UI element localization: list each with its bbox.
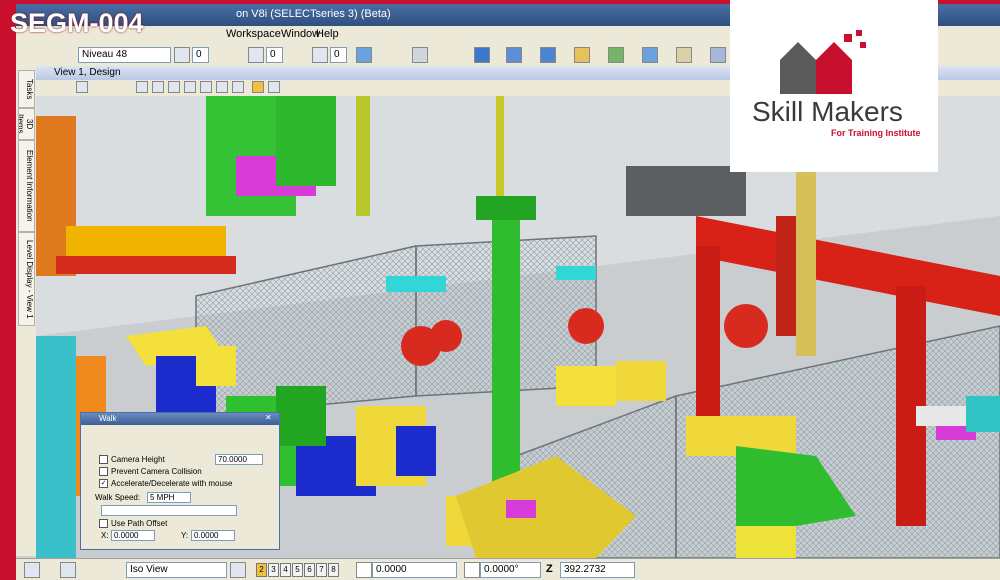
navigate-forward-icon[interactable] [60, 562, 76, 578]
menu-workspace[interactable]: Workspace [226, 28, 281, 40]
camera-height-label: Camera Height [111, 455, 165, 464]
light-icon[interactable] [506, 47, 522, 63]
view-button-3[interactable]: 3 [268, 563, 279, 577]
walk-icon[interactable] [642, 47, 658, 63]
z-label: Z [546, 563, 553, 575]
logo-mark-icon [780, 30, 866, 94]
view-groups-icon[interactable] [230, 562, 246, 578]
view-mode-combo[interactable]: Iso View [126, 562, 227, 578]
pan-view-icon[interactable] [216, 81, 228, 93]
material-icon[interactable] [540, 47, 556, 63]
logo-tagline: For Training Institute [831, 128, 921, 138]
prevent-collision-label: Prevent Camera Collision [111, 467, 202, 476]
tab-tasks[interactable]: Tasks [18, 70, 35, 108]
view-button-8[interactable]: 8 [328, 563, 339, 577]
view-button-4[interactable]: 4 [280, 563, 291, 577]
line-weight-icon[interactable] [312, 47, 328, 63]
view-title: View 1, Design [54, 67, 121, 78]
tab-element-information[interactable]: Element Information [18, 140, 35, 232]
camera-height-input[interactable]: 70.0000 [215, 454, 263, 465]
camera-height-checkbox[interactable] [99, 455, 108, 464]
color-combo[interactable]: 0 [192, 47, 209, 63]
zoom-out-icon[interactable] [152, 81, 164, 93]
fit-view-icon[interactable] [184, 81, 196, 93]
view-display-icon[interactable] [252, 81, 264, 93]
use-path-offset-label: Use Path Offset [111, 519, 168, 528]
level-combo[interactable]: Niveau 48 [78, 47, 171, 63]
camera-icon[interactable] [574, 47, 590, 63]
settings-icon[interactable] [710, 47, 726, 63]
solid-icon[interactable] [412, 47, 428, 63]
status-bar: Iso View 2 3 4 5 6 7 8 0.0000 0.0000° Z … [16, 558, 1000, 580]
accelerate-checkbox[interactable]: ✓ [99, 479, 108, 488]
walk-view-icon[interactable] [232, 81, 244, 93]
view-button-2[interactable]: 2 [256, 563, 267, 577]
walk-dialog: Walk ✕ Camera Height 70.0000 Prevent Cam… [80, 412, 280, 550]
walk-dialog-title: Walk [99, 414, 117, 423]
line-style-combo[interactable]: 0 [266, 47, 283, 63]
offset-y-input[interactable]: 0.0000 [191, 530, 235, 541]
cube-icon[interactable] [356, 47, 372, 63]
tab-level-display[interactable]: Level Display - View 1 [18, 232, 35, 326]
pointer-icon[interactable] [76, 81, 88, 93]
menu-help[interactable]: Help [316, 28, 339, 40]
offset-x-label: X: [101, 531, 109, 540]
prevent-collision-checkbox[interactable] [99, 467, 108, 476]
offset-x-input[interactable]: 0.0000 [111, 530, 155, 541]
window-title: on V8i (SELECTseries 3) (Beta) [236, 8, 391, 20]
zoom-in-icon[interactable] [136, 81, 148, 93]
accelerate-label: Accelerate/Decelerate with mouse [111, 479, 233, 488]
use-path-offset-checkbox[interactable] [99, 519, 108, 528]
angle-icon[interactable] [464, 562, 480, 578]
walk-dialog-title-bar: Walk ✕ [81, 413, 279, 425]
render-icon[interactable] [474, 47, 490, 63]
animation-icon[interactable] [608, 47, 624, 63]
line-weight-combo[interactable]: 0 [330, 47, 347, 63]
z-field[interactable]: 392.2732 [560, 562, 635, 578]
skill-makers-logo: Skill Makers For Training Institute [730, 0, 938, 172]
color-icon[interactable] [174, 47, 190, 63]
offset-y-label: Y: [181, 531, 189, 540]
window-area-icon[interactable] [168, 81, 180, 93]
line-style-icon[interactable] [248, 47, 264, 63]
angle-field[interactable]: 0.0000° [480, 562, 541, 578]
fly-icon[interactable] [676, 47, 692, 63]
x-field[interactable]: 0.0000 [372, 562, 457, 578]
logo-name: Skill Makers [752, 96, 903, 127]
walk-speed-slider[interactable] [101, 505, 237, 516]
navigate-back-icon[interactable] [24, 562, 40, 578]
view-button-6[interactable]: 6 [304, 563, 315, 577]
view-attributes-icon[interactable] [268, 81, 280, 93]
view-button-7[interactable]: 7 [316, 563, 327, 577]
view-button-5[interactable]: 5 [292, 563, 303, 577]
course-code-badge: SEGM-004 [10, 8, 144, 38]
close-icon[interactable]: ✕ [265, 413, 272, 422]
dock-tabs: Tasks 3D Items Element Information Level… [16, 66, 37, 556]
rotate-view-icon[interactable] [200, 81, 212, 93]
tab-3d-items[interactable]: 3D Items [18, 108, 35, 140]
walk-speed-label: Walk Speed: [95, 493, 141, 502]
walk-speed-input[interactable]: 5 MPH [147, 492, 191, 503]
accudraw-icon[interactable] [356, 562, 372, 578]
menu-window[interactable]: Window [281, 28, 320, 40]
